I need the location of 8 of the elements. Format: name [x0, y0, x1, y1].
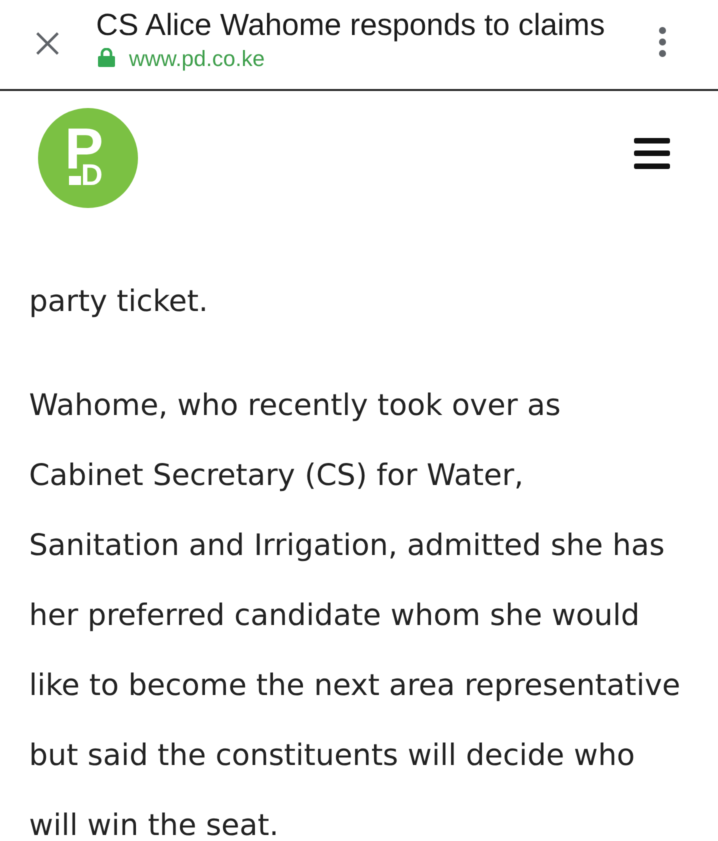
url-text: www.pd.co.ke [129, 46, 265, 72]
article-paragraph: Wahome, who recently took over as Cabinet Secretary (CS) for Water, Sanitation and Irrigation, admitted she has her preferred candidate whom she would like to become the next area representative but said the constituents will decide who will win the seat. [29, 390, 682, 840]
menu-icon[interactable] [634, 138, 670, 169]
article-paragraph: party ticket. [29, 286, 210, 316]
site-logo[interactable]: PD [38, 108, 138, 208]
more-options-icon[interactable] [659, 27, 666, 57]
page-title: CS Alice Wahome responds to claims [96, 8, 605, 42]
close-icon[interactable] [36, 32, 59, 55]
